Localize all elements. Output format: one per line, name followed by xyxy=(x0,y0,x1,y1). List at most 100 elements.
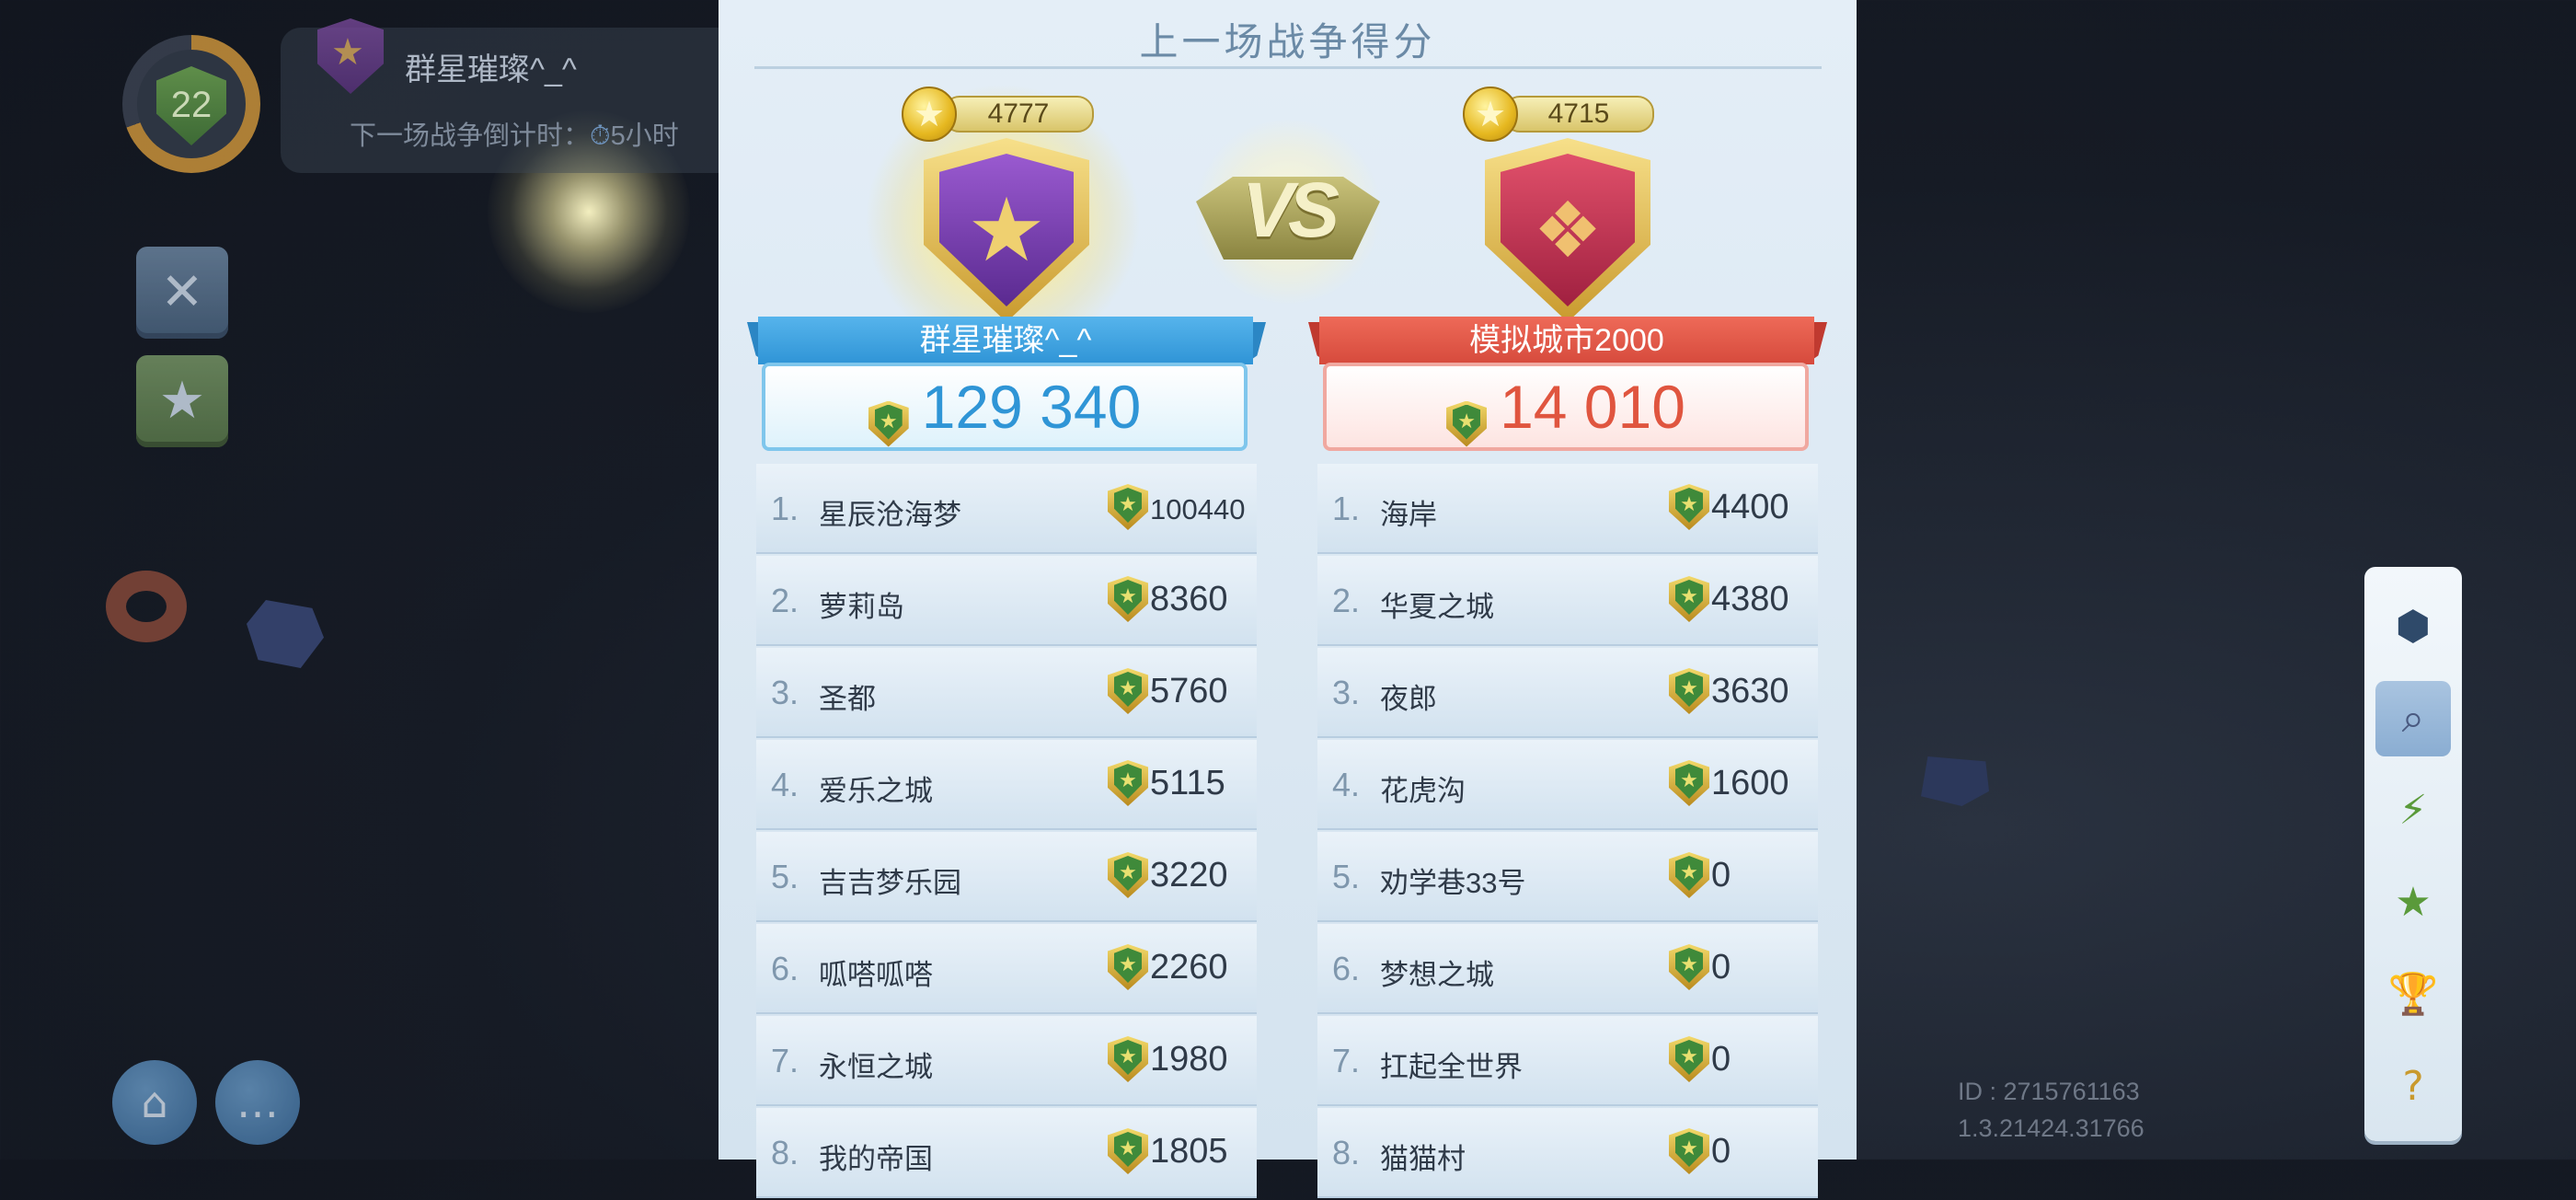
member-row[interactable]: 8. 我的帝国 1805 xyxy=(756,1108,1257,1198)
left-badge-score: 4777 xyxy=(943,96,1094,133)
member-name: 圣都 xyxy=(819,683,876,715)
member-name: 星辰沧海梦 xyxy=(819,499,961,531)
member-name: 海岸 xyxy=(1380,499,1437,531)
member-name: 爱乐之城 xyxy=(819,775,933,807)
member-row[interactable]: 7. 永恒之城 1980 xyxy=(756,1016,1257,1106)
title-divider xyxy=(754,66,1822,69)
member-score: 0 xyxy=(1711,856,1731,894)
trophy-icon[interactable]: 🏆 xyxy=(2375,957,2451,1033)
score-shield-icon xyxy=(1108,668,1148,714)
member-score: 3630 xyxy=(1711,672,1789,710)
score-shield-icon xyxy=(1669,944,1709,990)
member-row[interactable]: 5. 劝学巷33号 0 xyxy=(1317,832,1818,922)
member-rank: 7. xyxy=(771,1042,799,1079)
member-row[interactable]: 3. 夜郎 3630 xyxy=(1317,648,1818,738)
member-row[interactable]: 3. 圣都 5760 xyxy=(756,648,1257,738)
score-shield-icon xyxy=(1446,400,1488,447)
member-rank: 7. xyxy=(1332,1042,1361,1079)
member-row[interactable]: 5. 吉吉梦乐园 3220 xyxy=(756,832,1257,922)
shop-bag-icon[interactable]: ★ xyxy=(136,355,228,447)
left-total-score: 129 340 xyxy=(921,373,1142,441)
member-name: 萝莉岛 xyxy=(819,591,904,623)
member-rank: 8. xyxy=(771,1134,799,1171)
member-rank: 6. xyxy=(771,950,799,987)
war-headquarters-icon[interactable]: ⬢ xyxy=(2375,589,2451,664)
member-name: 华夏之城 xyxy=(1380,591,1494,623)
score-shield-icon xyxy=(1108,1128,1148,1174)
countdown-value: 5小时 xyxy=(610,121,679,151)
member-row[interactable]: 6. 呱嗒呱嗒 2260 xyxy=(756,924,1257,1014)
score-shield-icon xyxy=(1108,944,1148,990)
member-name: 夜郎 xyxy=(1380,683,1437,715)
star-card-icon[interactable]: ★ xyxy=(2375,865,2451,940)
speed-card-icon[interactable]: ⚡ xyxy=(2375,773,2451,848)
right-total-score-box: 14 010 xyxy=(1323,363,1809,451)
member-name: 我的帝国 xyxy=(819,1143,933,1175)
member-score: 3220 xyxy=(1150,856,1228,894)
home-icon[interactable]: ⌂ xyxy=(112,1060,197,1145)
member-row[interactable]: 8. 猫猫村 0 xyxy=(1317,1108,1818,1198)
member-row[interactable]: 2. 华夏之城 4380 xyxy=(1317,556,1818,646)
member-rank: 1. xyxy=(1332,490,1361,527)
member-row[interactable]: 4. 爱乐之城 5115 xyxy=(756,740,1257,830)
member-score: 5760 xyxy=(1150,672,1228,710)
member-row[interactable]: 7. 扛起全世界 0 xyxy=(1317,1016,1818,1106)
countdown-label: 下一场战争倒计时： xyxy=(350,121,591,151)
gold-star-icon: ★ xyxy=(1463,87,1518,142)
score-shield-icon xyxy=(1669,576,1709,622)
score-shield-icon xyxy=(1669,668,1709,714)
member-rank: 3. xyxy=(1332,674,1361,711)
member-rank: 8. xyxy=(1332,1134,1361,1171)
member-name: 劝学巷33号 xyxy=(1380,867,1526,899)
member-score: 1805 xyxy=(1150,1132,1228,1171)
member-row[interactable]: 6. 梦想之城 0 xyxy=(1317,924,1818,1014)
vs-label: VS xyxy=(1241,167,1340,253)
tools-icon[interactable]: ✕ xyxy=(136,247,228,339)
war-countdown: 下一场战争倒计时：⏱5小时 xyxy=(350,114,679,153)
level-number: 22 xyxy=(170,85,213,125)
member-score: 2260 xyxy=(1150,948,1228,987)
member-rank: 6. xyxy=(1332,950,1361,987)
member-name: 扛起全世界 xyxy=(1380,1051,1523,1083)
right-team-name: 模拟城市2000 xyxy=(1319,317,1814,364)
gold-star-icon: ★ xyxy=(902,87,957,142)
member-score: 0 xyxy=(1711,1040,1731,1079)
chat-icon[interactable]: … xyxy=(215,1060,300,1145)
score-shield-icon xyxy=(868,400,909,447)
score-shield-icon xyxy=(1669,760,1709,806)
score-shield-icon xyxy=(1669,1036,1709,1082)
score-shield-icon xyxy=(1108,760,1148,806)
member-rank: 2. xyxy=(1332,582,1361,619)
member-rank: 5. xyxy=(1332,858,1361,895)
stopwatch-icon: ⏱ xyxy=(590,121,611,151)
member-score: 1600 xyxy=(1711,764,1789,802)
player-id: ID : 2715761163 xyxy=(1958,1078,2140,1105)
member-rank: 4. xyxy=(1332,766,1361,803)
member-rank: 2. xyxy=(771,582,799,619)
score-shield-icon xyxy=(1108,576,1148,622)
member-name: 猫猫村 xyxy=(1380,1143,1466,1175)
member-row[interactable]: 1. 星辰沧海梦 100440 xyxy=(756,464,1257,554)
member-name: 吉吉梦乐园 xyxy=(819,867,961,899)
member-score: 4380 xyxy=(1711,580,1789,618)
build-info: ID : 2715761163 1.3.21424.31766 xyxy=(1958,1073,2145,1147)
member-row[interactable]: 1. 海岸 4400 xyxy=(1317,464,1818,554)
club-name: 群星璀璨^_^ xyxy=(405,52,577,87)
right-member-list: 1. 海岸 4400 2. 华夏之城 4380 3. 夜郎 3630 4. 花虎沟 1600 5. 劝学巷… xyxy=(1317,464,1818,1200)
member-rank: 1. xyxy=(771,490,799,527)
donut-decoration xyxy=(106,571,187,642)
member-name: 花虎沟 xyxy=(1380,775,1466,807)
member-row[interactable]: 4. 花虎沟 1600 xyxy=(1317,740,1818,830)
member-score: 0 xyxy=(1711,1132,1731,1171)
member-rank: 5. xyxy=(771,858,799,895)
member-row[interactable]: 2. 萝莉岛 8360 xyxy=(756,556,1257,646)
search-icon[interactable]: ⌕ xyxy=(2375,681,2451,756)
right-total-score: 14 010 xyxy=(1500,373,1685,441)
member-name: 永恒之城 xyxy=(819,1051,933,1083)
rock-decoration xyxy=(1921,756,1989,806)
rock-decoration xyxy=(247,600,324,668)
help-book-icon[interactable]: ? xyxy=(2375,1049,2451,1125)
left-team-name: 群星璀璨^_^ xyxy=(758,317,1253,364)
star-icon: ★ xyxy=(331,31,364,74)
member-score: 8360 xyxy=(1150,580,1228,618)
